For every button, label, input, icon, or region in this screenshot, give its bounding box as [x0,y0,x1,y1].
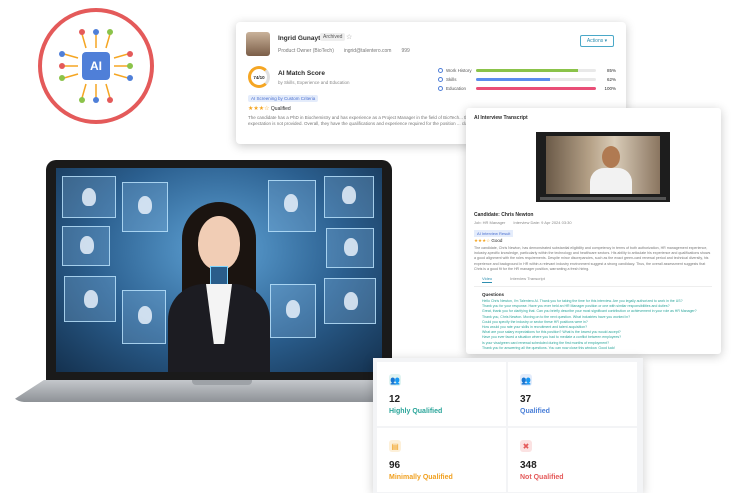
metric-value: 100% [604,86,616,91]
metric-row: Work History 85% [438,66,616,75]
avatar [246,32,270,56]
category-icon: 👥 [520,374,532,386]
ai-chip: AI [82,52,110,80]
metric-fill [476,69,578,72]
robot-head [342,186,356,204]
candidate-head [602,146,620,168]
ai-recruiter-illustration [56,168,382,372]
rating-label: Good [491,238,503,243]
metric-label: Education [446,86,467,91]
stat-count: 37 [520,394,532,405]
screening-tag: AI Screening by Custom Criteria [248,95,319,102]
category-icon: ✖ [520,440,532,452]
metric-value: 62% [606,77,616,82]
radio-icon [438,68,443,73]
stat-label: Highly Qualified [389,408,443,415]
interview-meta: Job: HR Manager Interview Date: 9 Apr 20… [474,220,572,225]
email-link[interactable]: ingrid@talentero.com [344,48,392,54]
tab-video[interactable]: Video [482,276,493,283]
robot-head [82,188,96,206]
rating-stars-icon: ★★★☆ [248,106,270,112]
laptop-screen [46,160,392,382]
robot-head [284,194,298,212]
metric-fill [476,87,596,90]
status-badge: Archived [320,33,346,41]
video-progress-bar[interactable] [540,197,666,200]
stat-tile[interactable]: 👥 37 Qualified [508,362,637,426]
result-tag: AI Interview Result [474,230,514,237]
stat-count: 12 [389,394,401,405]
qualification-stats: 👥 12 Highly Qualified 👥 37 Qualified ▤ 96 Minima… [373,358,643,493]
divider [474,286,712,287]
job-name: Job: HR Manager [474,220,506,225]
robot-head [344,238,358,256]
interview-video-player[interactable] [536,132,670,202]
laptop-notch [192,380,252,385]
rating-label: Qualified [270,106,291,112]
interview-date: Interview Date: 9 Apr 2024 03:30 [513,220,572,225]
score-breakdown: Work History 85% Skills 62% Education 100% [438,66,616,93]
stat-count: 348 [520,460,537,471]
robot-head [84,290,98,308]
metric-label: Skills [446,77,457,82]
tab-transcript[interactable]: Interview Transcript [510,276,545,283]
candidate-meta: Product Owner (BioTech) ingrid@talentero… [278,48,410,54]
stat-tile[interactable]: ✖ 348 Not Qualified [508,428,637,492]
extra-info: 999 [401,48,410,54]
tab-bar: Video Interview Transcript [482,276,545,283]
metric-bar [476,87,596,90]
job-title: Product Owner (BioTech) [278,48,334,54]
stat-tile[interactable]: ▤ 96 Minimally Qualified [377,428,506,492]
card-title: AI Interview Transcript [474,115,528,121]
android-face [198,216,240,270]
question-item[interactable]: Great, thank you for clarifying that. Ca… [482,309,710,314]
rating: ★★★☆ Good [474,238,502,244]
interview-transcript-card: AI Interview Transcript Candidate: Chris… [466,108,721,354]
metric-label: Work History [446,68,472,73]
category-icon: ▤ [389,440,401,452]
candidate-name: Ingrid Gunayte [278,35,324,42]
actions-button[interactable]: Actions ▾ [580,35,614,47]
robot-head [138,306,152,324]
metric-bar [476,69,596,72]
score-subtitle: by Skills, Experience and Education [278,80,350,85]
score-ring: 74/10 [248,66,270,88]
metric-row: Skills 62% [438,75,616,84]
stat-label: Minimally Qualified [389,474,453,481]
video-frame [546,136,660,194]
candidate-body [590,168,632,194]
stat-count: 96 [389,460,401,471]
metric-row: Education 100% [438,84,616,93]
candidate-name: Candidate: Chris Newton [474,212,534,218]
stat-tile[interactable]: 👥 12 Highly Qualified [377,362,506,426]
score-title: AI Match Score [278,70,325,77]
robot-head [344,292,358,310]
robot-head [138,196,152,214]
question-item[interactable]: Thank you for answering all the question… [482,346,710,351]
interview-summary: The candidate, Chris Newton, has demonst… [474,246,711,271]
category-icon: 👥 [389,374,401,386]
metric-fill [476,78,551,81]
ai-logo: AI [38,8,154,124]
questions-list: Hello Chris Newton, I'm Talentero AI. Th… [482,299,710,351]
radio-icon [438,77,443,82]
rating: ★★★☆ Qualified [248,105,291,112]
stat-label: Not Qualified [520,474,564,481]
questions-heading: Questions [482,292,505,297]
robot-head [80,236,94,254]
star-icon[interactable]: ☆ [346,33,352,41]
rating-stars-icon: ★★★☆ [474,238,491,243]
stat-label: Qualified [520,408,550,415]
robot-head [286,300,300,318]
radio-icon [438,86,443,91]
metric-value: 85% [606,68,616,73]
metric-bar [476,78,596,81]
